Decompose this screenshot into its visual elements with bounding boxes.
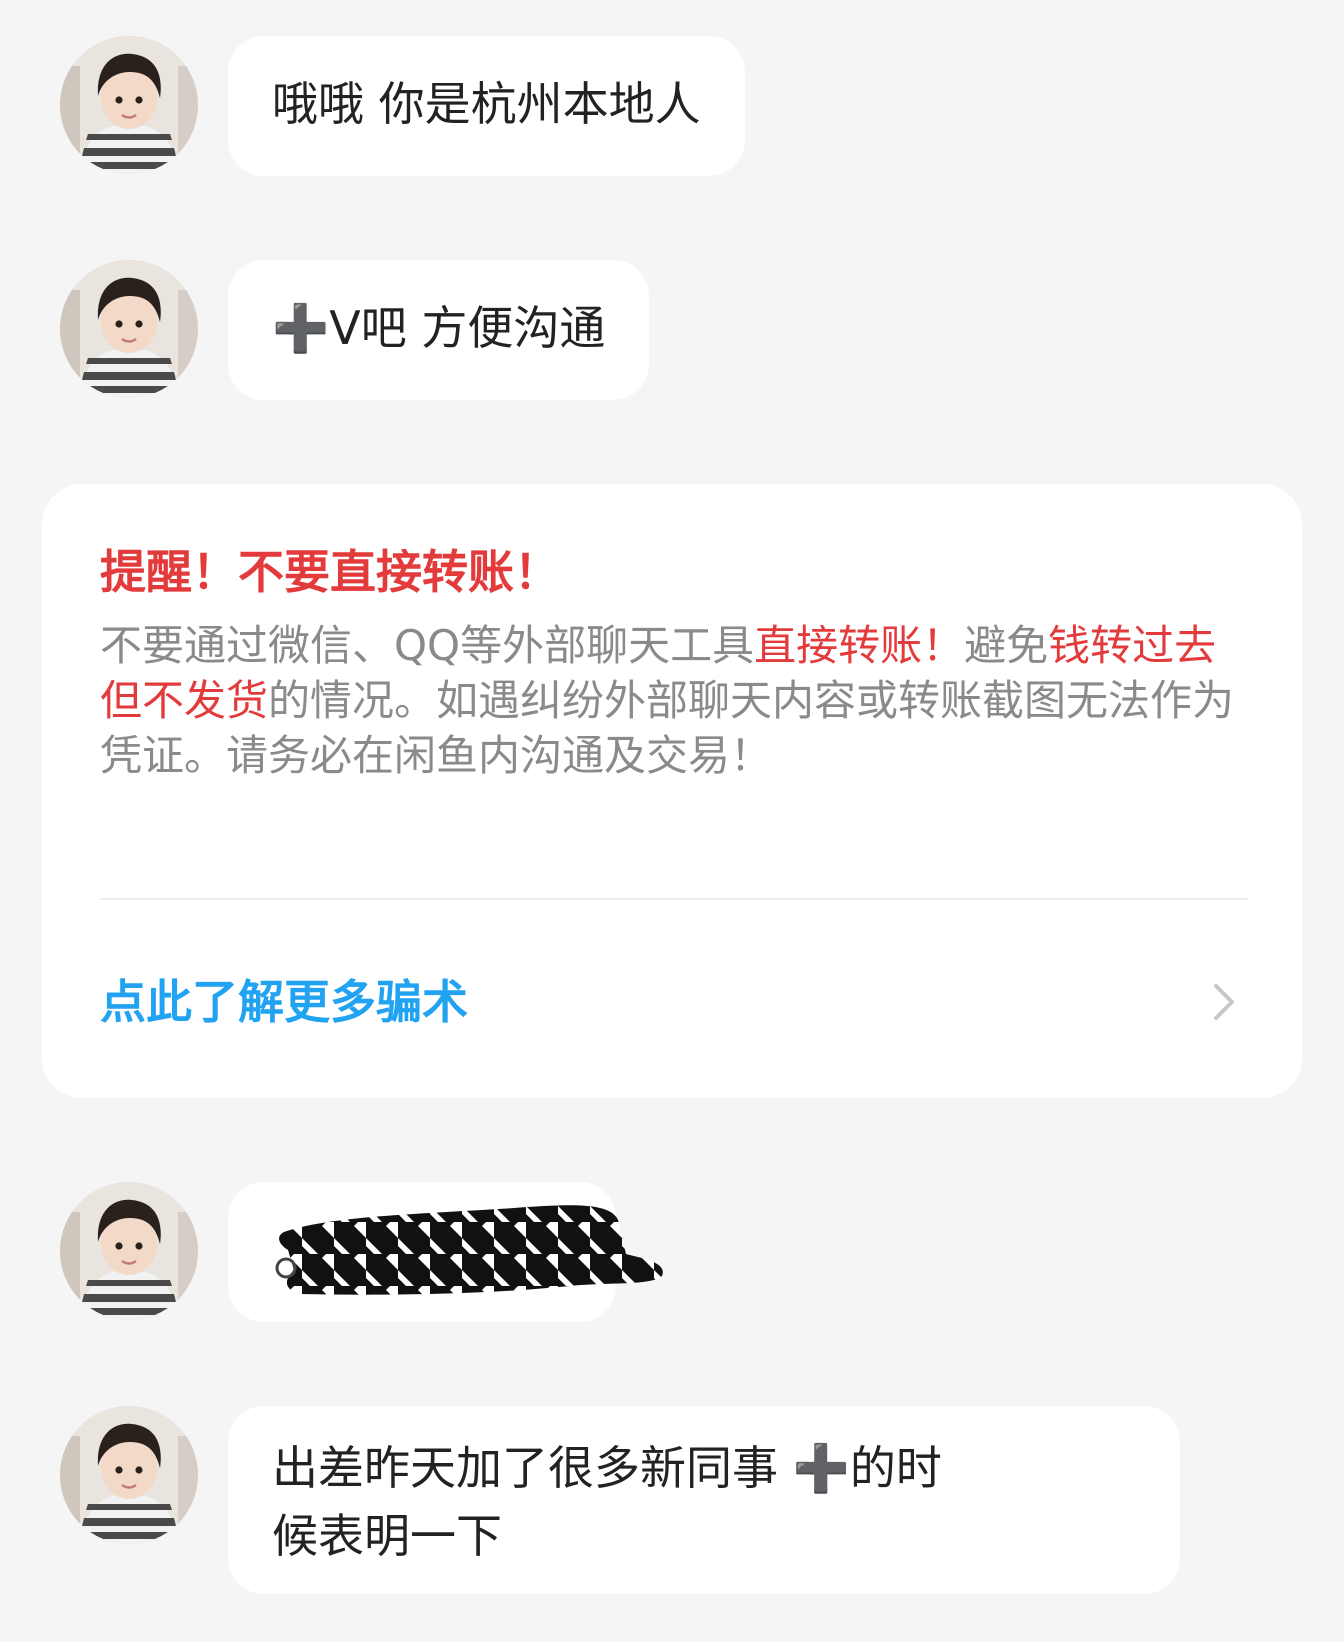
avatar[interactable] bbox=[60, 36, 198, 174]
warning-body: 不要通过微信、QQ等外部聊天工具直接转账！避免钱转过去但不发货的情况。如遇纠纷外… bbox=[100, 618, 1250, 783]
child-avatar-icon bbox=[60, 1182, 198, 1320]
message-text: ➕V吧 方便沟通 bbox=[272, 301, 606, 355]
avatar[interactable] bbox=[60, 260, 198, 398]
child-avatar-icon bbox=[60, 36, 198, 174]
message-text: 哦哦 你是杭州本地人 bbox=[272, 77, 701, 131]
learn-more-link[interactable]: 点此了解更多骗术 bbox=[100, 972, 468, 1032]
chat-bubble[interactable]: ➕V吧 方便沟通 bbox=[228, 260, 650, 400]
child-avatar-icon bbox=[60, 260, 198, 398]
avatar[interactable] bbox=[60, 1406, 198, 1544]
chevron-right-icon[interactable] bbox=[1204, 980, 1244, 1024]
child-avatar-icon bbox=[60, 1406, 198, 1544]
fraud-warning-card: 提醒！不要直接转账！ 不要通过微信、QQ等外部聊天工具直接转账！避免钱转过去但不… bbox=[42, 484, 1302, 1098]
redacted-contact bbox=[270, 1190, 670, 1302]
redaction-pattern-icon bbox=[275, 1205, 663, 1295]
warning-highlight: 直接转账！ bbox=[754, 621, 965, 670]
message-row: ➕V吧 方便沟通 bbox=[0, 260, 1344, 400]
warning-text: 的情况。如遇纠纷外部聊天内容或转账截图无法作为凭证。请务必在闲鱼内沟通及交易！ bbox=[100, 676, 1235, 780]
avatar[interactable] bbox=[60, 1182, 198, 1320]
warning-text: 避免 bbox=[964, 621, 1049, 670]
message-row: 出差昨天加了很多新同事 ➕的时 候表明一下 bbox=[0, 1406, 1344, 1594]
warning-text: 不要通过微信、QQ等外部聊天工具 bbox=[100, 621, 755, 670]
message-text-line: 出差昨天加了很多新同事 ➕的时 bbox=[272, 1441, 942, 1495]
chat-bubble[interactable]: 哦哦 你是杭州本地人 bbox=[228, 36, 745, 176]
divider bbox=[100, 898, 1248, 900]
message-text-line: 候表明一下 bbox=[272, 1509, 502, 1563]
message-row bbox=[0, 1182, 1344, 1322]
message-row: 哦哦 你是杭州本地人 bbox=[0, 36, 1344, 176]
chat-bubble[interactable]: 出差昨天加了很多新同事 ➕的时 候表明一下 bbox=[228, 1406, 1180, 1594]
warning-title: 提醒！不要直接转账！ bbox=[100, 545, 560, 599]
